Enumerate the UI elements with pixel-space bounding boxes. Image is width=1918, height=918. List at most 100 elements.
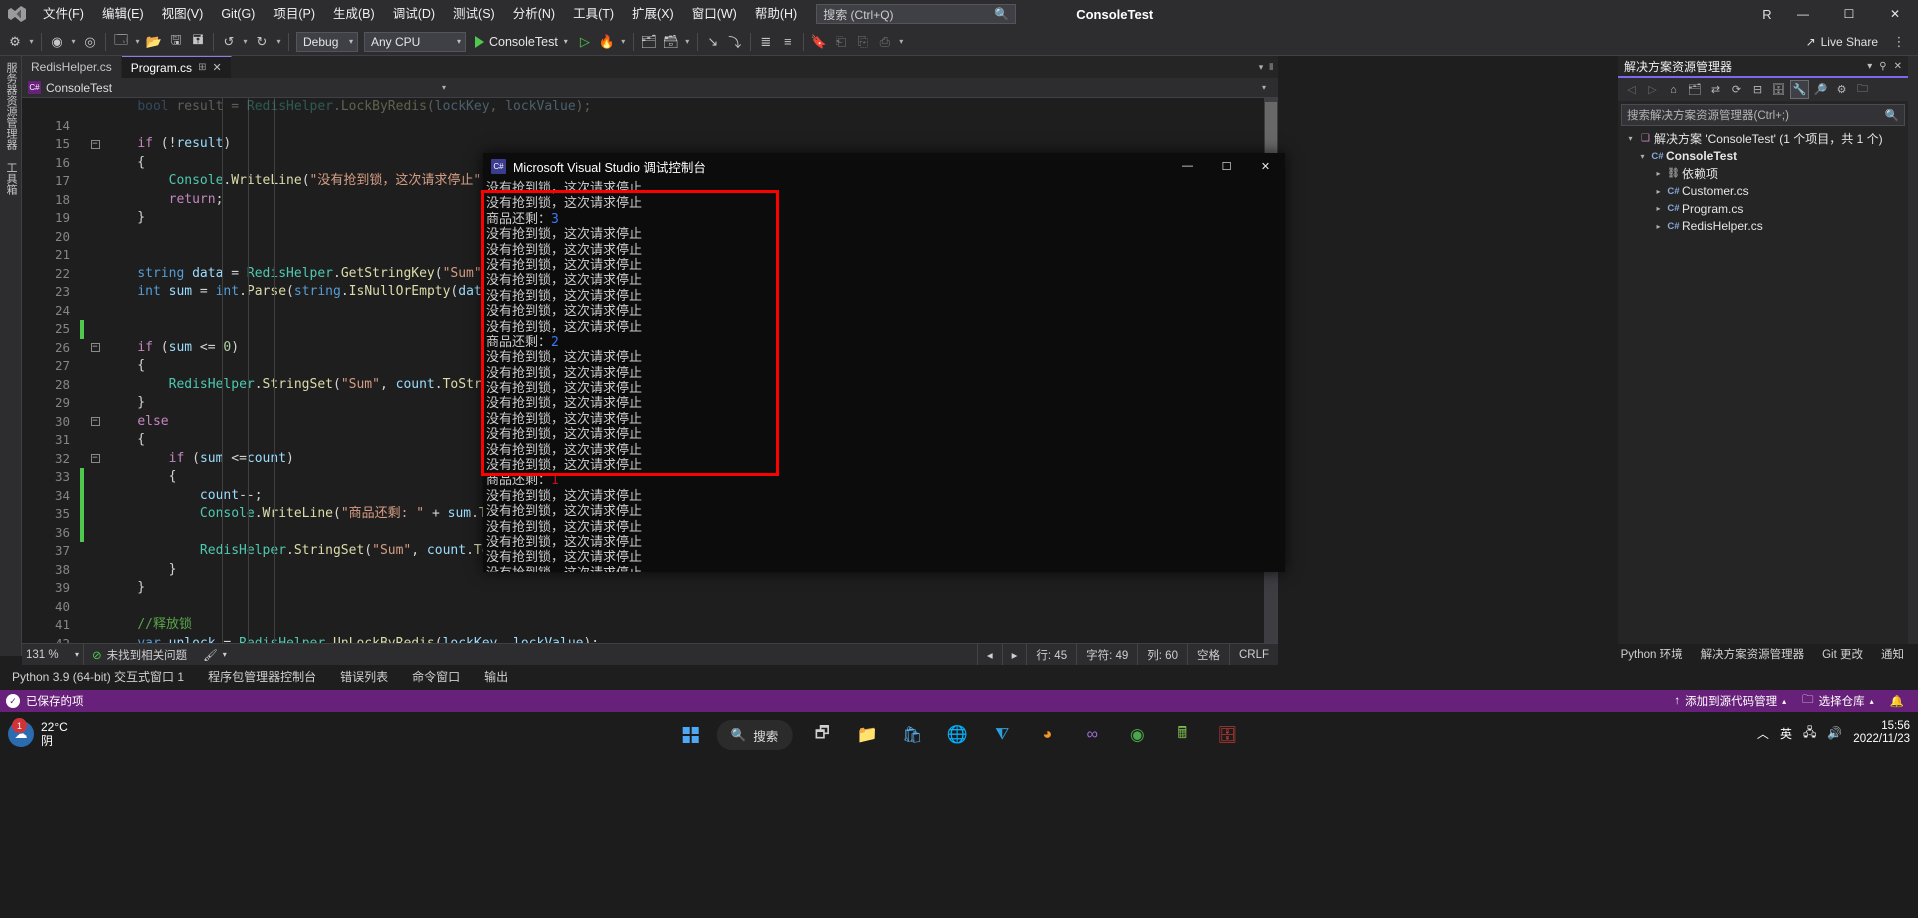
- zoom-level-control[interactable]: 131 % ▾: [22, 643, 84, 666]
- notifications-bell-icon[interactable]: 🔔: [1890, 694, 1904, 708]
- menu-edit[interactable]: 编辑(E): [93, 0, 153, 28]
- add-to-source-control-button[interactable]: ↑ 添加到源代码管理 ▴: [1674, 693, 1786, 709]
- tab-list-dropdown-icon[interactable]: ▾: [1259, 62, 1264, 73]
- navbar-type-dropdown[interactable]: C# ConsoleTest ▾: [22, 78, 452, 97]
- solution-configuration-combo[interactable]: Debug ▾: [296, 31, 358, 52]
- tree-node-solution[interactable]: ▾ ❑ 解决方案 'ConsoleTest' (1 个项目，共 1 个): [1618, 130, 1908, 148]
- dock-solution-explorer[interactable]: 解决方案资源管理器: [1701, 646, 1805, 662]
- dock-notifications[interactable]: 通知: [1881, 646, 1904, 662]
- start-without-debugging-icon[interactable]: ▷: [574, 30, 596, 54]
- redo-dropdown[interactable]: ▾: [273, 30, 284, 54]
- chevron-right-icon[interactable]: ▸: [1652, 187, 1665, 196]
- menu-view[interactable]: 视图(V): [153, 0, 213, 28]
- new-folder-icon[interactable]: 🗀: [1853, 80, 1872, 99]
- vscode-button[interactable]: ⧨: [983, 716, 1021, 754]
- tree-node-redishelper-cs[interactable]: ▸ C# RedisHelper.cs: [1618, 218, 1908, 236]
- pin-icon[interactable]: ⊞: [198, 62, 206, 73]
- split-view-icon[interactable]: ⫴: [1269, 62, 1273, 73]
- horizontal-scroll-left-icon[interactable]: ◂: [976, 643, 1002, 666]
- hot-reload-dropdown[interactable]: ▾: [618, 30, 629, 54]
- tab-command-window[interactable]: 命令窗口: [400, 665, 472, 687]
- tab-output[interactable]: 输出: [472, 665, 520, 687]
- collapse-all-icon[interactable]: ⊟: [1748, 80, 1767, 99]
- forward-icon[interactable]: ▷: [1643, 80, 1662, 99]
- hot-reload-icon[interactable]: 🔥: [596, 30, 618, 54]
- fold-toggle[interactable]: −: [84, 413, 106, 432]
- select-element-icon[interactable]: 🗂: [638, 30, 660, 54]
- navigate-back-dropdown[interactable]: ▾: [68, 30, 79, 54]
- redis-button[interactable]: 🗄: [1208, 716, 1246, 754]
- menu-project[interactable]: 项目(P): [264, 0, 324, 28]
- menu-build[interactable]: 生成(B): [324, 0, 384, 28]
- menu-debug[interactable]: 调试(D): [384, 0, 444, 28]
- navigate-forward-icon[interactable]: ◎: [79, 30, 101, 54]
- pin-icon[interactable]: ⚲: [1879, 61, 1886, 72]
- rail-tab-server-explorer[interactable]: 服务器资源管理器: [0, 56, 22, 156]
- tab-redishelper-cs[interactable]: RedisHelper.cs: [22, 56, 122, 78]
- indent-icon[interactable]: ≣: [755, 30, 777, 54]
- issues-indicator[interactable]: ⊘ 未找到相关问题: [84, 647, 195, 663]
- start-button[interactable]: [672, 716, 710, 754]
- preview-icon[interactable]: 🔎: [1811, 80, 1830, 99]
- solution-search-input[interactable]: 搜索解决方案资源管理器(Ctrl+;) 🔍: [1621, 104, 1905, 126]
- tab-package-manager-console[interactable]: 程序包管理器控制台: [196, 665, 328, 687]
- live-visual-tree-icon[interactable]: 🗃: [660, 30, 682, 54]
- tree-node-program-cs[interactable]: ▸ C# Program.cs: [1618, 200, 1908, 218]
- close-icon[interactable]: ✕: [212, 61, 221, 74]
- horizontal-scroll-right-icon[interactable]: ▸: [1001, 643, 1027, 666]
- refresh-icon[interactable]: ⟳: [1727, 80, 1746, 99]
- chevron-down-icon[interactable]: ▾: [1624, 134, 1637, 143]
- bookmark-overflow[interactable]: ▾: [896, 30, 907, 54]
- pending-changes-icon[interactable]: 🗂: [1685, 80, 1704, 99]
- redo-icon[interactable]: ↻: [251, 30, 273, 54]
- new-project-dropdown[interactable]: ▾: [132, 30, 143, 54]
- menu-analyze[interactable]: 分析(N): [504, 0, 564, 28]
- panel-menu-icon[interactable]: ▾: [1867, 61, 1872, 72]
- weather-widget[interactable]: ☁ 22°C 阴 1: [8, 718, 68, 748]
- home-icon[interactable]: ⌂: [1664, 80, 1683, 99]
- indentation-indicator[interactable]: 空格: [1186, 643, 1229, 666]
- tab-program-cs[interactable]: Program.cs ⊞ ✕: [121, 56, 232, 78]
- minimize-button[interactable]: —: [1780, 0, 1826, 28]
- start-debugging-button[interactable]: ConsoleTest ▾: [469, 30, 574, 54]
- back-icon[interactable]: ◁: [1622, 80, 1641, 99]
- fold-toggle[interactable]: −: [84, 450, 106, 469]
- open-file-icon[interactable]: 📂: [143, 30, 165, 54]
- navbar-member-dropdown[interactable]: ▾: [452, 78, 1272, 97]
- chevron-down-icon[interactable]: ▾: [1636, 152, 1649, 161]
- select-repository-button[interactable]: 🗀 选择仓库 ▴: [1802, 692, 1874, 711]
- navicat-button[interactable]: ◕: [1028, 716, 1066, 754]
- chevron-right-icon[interactable]: ▸: [1652, 169, 1665, 178]
- tab-python-interactive[interactable]: Python 3.9 (64-bit) 交互式窗口 1: [0, 665, 196, 687]
- task-view-button[interactable]: 🗗: [803, 716, 841, 754]
- console-maximize-button[interactable]: ☐: [1207, 153, 1246, 179]
- rail-tab-toolbox[interactable]: 工具箱: [0, 156, 22, 201]
- global-search-input[interactable]: 搜索 (Ctrl+Q) 🔍: [816, 4, 1017, 24]
- store-button[interactable]: 🛍: [893, 716, 931, 754]
- step-over-icon[interactable]: ⤵: [724, 30, 746, 54]
- new-project-icon[interactable]: 🗔: [110, 30, 132, 54]
- console-close-button[interactable]: ✕: [1246, 153, 1285, 179]
- bookmark-icon[interactable]: 🔖: [808, 30, 830, 54]
- navigate-back-icon[interactable]: ◉: [46, 30, 68, 54]
- code-cleanup-button[interactable]: 🖌 ▾: [195, 648, 235, 662]
- tray-overflow-icon[interactable]: ︿: [1757, 725, 1769, 742]
- settings-gear-icon[interactable]: ⚙: [4, 30, 26, 54]
- menu-extensions[interactable]: 扩展(X): [623, 0, 683, 28]
- dock-python-environments[interactable]: Python 环境: [1621, 646, 1683, 662]
- menu-window[interactable]: 窗口(W): [683, 0, 746, 28]
- menu-help[interactable]: 帮助(H): [746, 0, 806, 28]
- undo-icon[interactable]: ↺: [218, 30, 240, 54]
- save-icon[interactable]: 🖫: [165, 30, 187, 54]
- maximize-button[interactable]: ☐: [1826, 0, 1872, 28]
- account-avatar[interactable]: R: [1754, 1, 1780, 27]
- chevron-right-icon[interactable]: ▸: [1652, 204, 1665, 213]
- chrome-button[interactable]: ◉: [1118, 716, 1156, 754]
- solution-filter-icon[interactable]: ⚙: [1832, 80, 1851, 99]
- sync-with-active-document-icon[interactable]: ⇄: [1706, 80, 1725, 99]
- debug-console-window[interactable]: C# Microsoft Visual Studio 调试控制台 — ☐ ✕ 没…: [483, 153, 1285, 572]
- live-share-button[interactable]: ↗ Live Share: [1806, 35, 1878, 49]
- menu-file[interactable]: 文件(F): [34, 0, 93, 28]
- ime-language-indicator[interactable]: 英: [1780, 725, 1792, 742]
- menu-test[interactable]: 测试(S): [444, 0, 504, 28]
